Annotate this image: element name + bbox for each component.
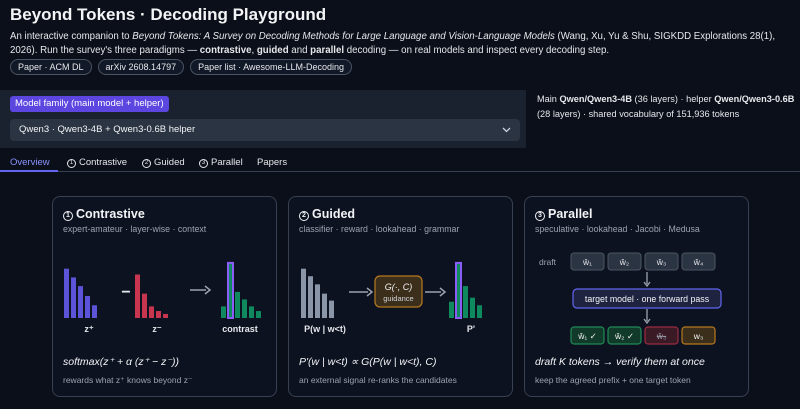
contrast-bar — [235, 291, 240, 318]
guided-diagram: G(·, C) guidance P(w | w<t) P' — [301, 261, 482, 334]
target-model-label: target model · one forward pass — [585, 294, 710, 304]
parallel-footnote: keep the agreed prefix + one target toke… — [535, 375, 691, 385]
circled-3-icon: 3 — [199, 159, 208, 168]
guidance-box-label: guidance — [383, 294, 413, 303]
contrast-bar — [221, 306, 226, 318]
contrast-bar — [242, 299, 247, 318]
parallel-diagram: draft ŵ₁ ŵ₂ ŵ₃ ŵ₄ target model · one forwar… — [539, 252, 722, 345]
draft-token-label: ŵ₁ — [582, 257, 592, 267]
parallel-formula: draft K tokens → verify them at once — [535, 356, 705, 368]
tab-overview[interactable]: Overview — [10, 157, 50, 168]
model-family-label: Model family (main model + helper) — [10, 96, 169, 112]
contrast-bar — [227, 261, 234, 319]
pill-paper-acm[interactable]: Paper · ACM DL — [10, 59, 92, 75]
card-contrastive-subtitle: expert-amateur · layer-wise · context — [63, 224, 207, 234]
arrow-right-icon — [190, 285, 212, 295]
draft-label: draft — [539, 257, 557, 267]
posterior-bar — [449, 301, 454, 318]
circled-3-icon: 3 — [535, 211, 545, 221]
posterior-bar — [455, 261, 462, 319]
guided-formula: P'(w | w<t) ∝ G(P(w | w<t), C) — [299, 356, 437, 368]
minus-sign: − — [121, 284, 130, 301]
verify-token-label: ŵ₂ ✓ — [614, 331, 634, 341]
prior-bar — [329, 300, 334, 318]
link-pills: Paper · ACM DL arXiv 2608.14797 Paper li… — [10, 59, 352, 75]
model-family-dropdown[interactable]: Qwen3 · Qwen3-4B + Qwen3-0.6B helper — [10, 119, 520, 141]
chevron-down-icon — [502, 119, 511, 150]
amateur-bar — [156, 311, 161, 318]
amateur-bar — [163, 313, 168, 318]
contrast-bar — [256, 311, 261, 318]
card-contrastive: 1 Contrastive expert-amateur · layer-wise… — [52, 196, 277, 397]
label-z-minus: z⁻ — [152, 324, 162, 334]
verify-token-label: ŵ₁ ✓ — [577, 331, 597, 341]
pill-arxiv[interactable]: arXiv 2608.14797 — [97, 59, 185, 75]
arrow-right-icon — [349, 287, 374, 297]
model-info: Main Qwen/Qwen3-4B (36 layers) · helper … — [537, 94, 795, 119]
label-contrast: contrast — [222, 324, 258, 334]
label-posterior: P' — [467, 324, 475, 334]
contrastive-footnote: rewards what z⁺ knows beyond z⁻ — [63, 375, 193, 385]
draft-token-label: ŵ₃ — [656, 257, 667, 267]
verify-token-label: w₃ — [693, 331, 704, 341]
tab-papers[interactable]: Papers — [257, 157, 287, 168]
guided-footnote: an external signal re-ranks the candidat… — [299, 375, 457, 385]
contrast-bar — [249, 306, 254, 318]
expert-bar — [92, 305, 97, 318]
verify-tokens: ŵ₁ ✓ ŵ₂ ✓ ŵ₃ w₃ — [570, 326, 716, 345]
posterior-bar — [463, 286, 468, 318]
page-title: Beyond Tokens · Decoding Playground — [10, 5, 327, 24]
expert-bar — [85, 295, 90, 318]
verify-token-label: ŵ₃ — [656, 331, 667, 341]
tab-contrastive[interactable]: 1 Contrastive — [67, 157, 127, 168]
expert-bar — [71, 277, 76, 318]
label-prior: P(w | w<t) — [304, 324, 346, 334]
prior-bar — [308, 276, 313, 318]
guidance-box-title: G(·, C) — [385, 282, 413, 292]
expert-bar — [78, 286, 83, 318]
amateur-bar — [149, 306, 154, 318]
circled-1-icon: 1 — [63, 211, 73, 221]
intro-description: An interactive companion to Beyond Token… — [10, 31, 776, 56]
card-guided-subtitle: classifier · reward · lookahead · gramma… — [299, 224, 460, 234]
posterior-bar — [470, 297, 475, 318]
draft-token-label: ŵ₄ — [693, 257, 704, 267]
card-guided-title: 2 Guided — [299, 207, 355, 221]
posterior-bar — [477, 305, 482, 318]
active-tab-indicator — [0, 170, 58, 172]
model-family-selected: Qwen3 · Qwen3-4B + Qwen3-0.6B helper — [19, 124, 196, 135]
card-contrastive-title: 1 Contrastive — [63, 207, 145, 221]
tab-guided[interactable]: 2 Guided — [142, 157, 185, 168]
draft-token-label: ŵ₂ — [619, 257, 629, 267]
expert-bar — [64, 268, 69, 318]
draft-tokens: ŵ₁ ŵ₂ ŵ₃ ŵ₄ — [570, 252, 716, 271]
circled-2-icon: 2 — [142, 159, 151, 168]
prior-bar — [322, 293, 327, 318]
prior-bar — [301, 268, 306, 318]
amateur-bar — [135, 274, 140, 318]
pill-paper-list[interactable]: Paper list · Awesome-LLM-Decoding — [190, 59, 352, 75]
card-parallel: 3 Parallel speculative · lookahead · Jaco… — [524, 196, 749, 397]
contrastive-diagram: − z⁺ z⁻ contrast — [64, 261, 261, 334]
arrow-right-icon — [425, 287, 447, 297]
arrow-down-icon — [643, 272, 651, 288]
arrow-down-icon — [643, 309, 651, 325]
survey-title: Beyond Tokens: A Survey on Decoding Meth… — [132, 31, 555, 42]
card-parallel-subtitle: speculative · lookahead · Jacobi · Medus… — [535, 224, 700, 234]
tab-bar: Overview 1 Contrastive 2 Guided 3 Parallel … — [0, 154, 800, 172]
contrastive-formula: softmax(z⁺ + α (z⁺ − z⁻)) — [63, 356, 179, 368]
prior-bar — [315, 284, 320, 318]
card-parallel-title: 3 Parallel — [535, 207, 592, 221]
circled-1-icon: 1 — [67, 159, 76, 168]
tab-parallel[interactable]: 3 Parallel — [199, 157, 243, 168]
card-guided: 2 Guided classifier · reward · lookahead … — [288, 196, 513, 397]
amateur-bar — [142, 293, 147, 318]
circled-2-icon: 2 — [299, 211, 309, 221]
label-z-plus: z⁺ — [84, 324, 94, 334]
